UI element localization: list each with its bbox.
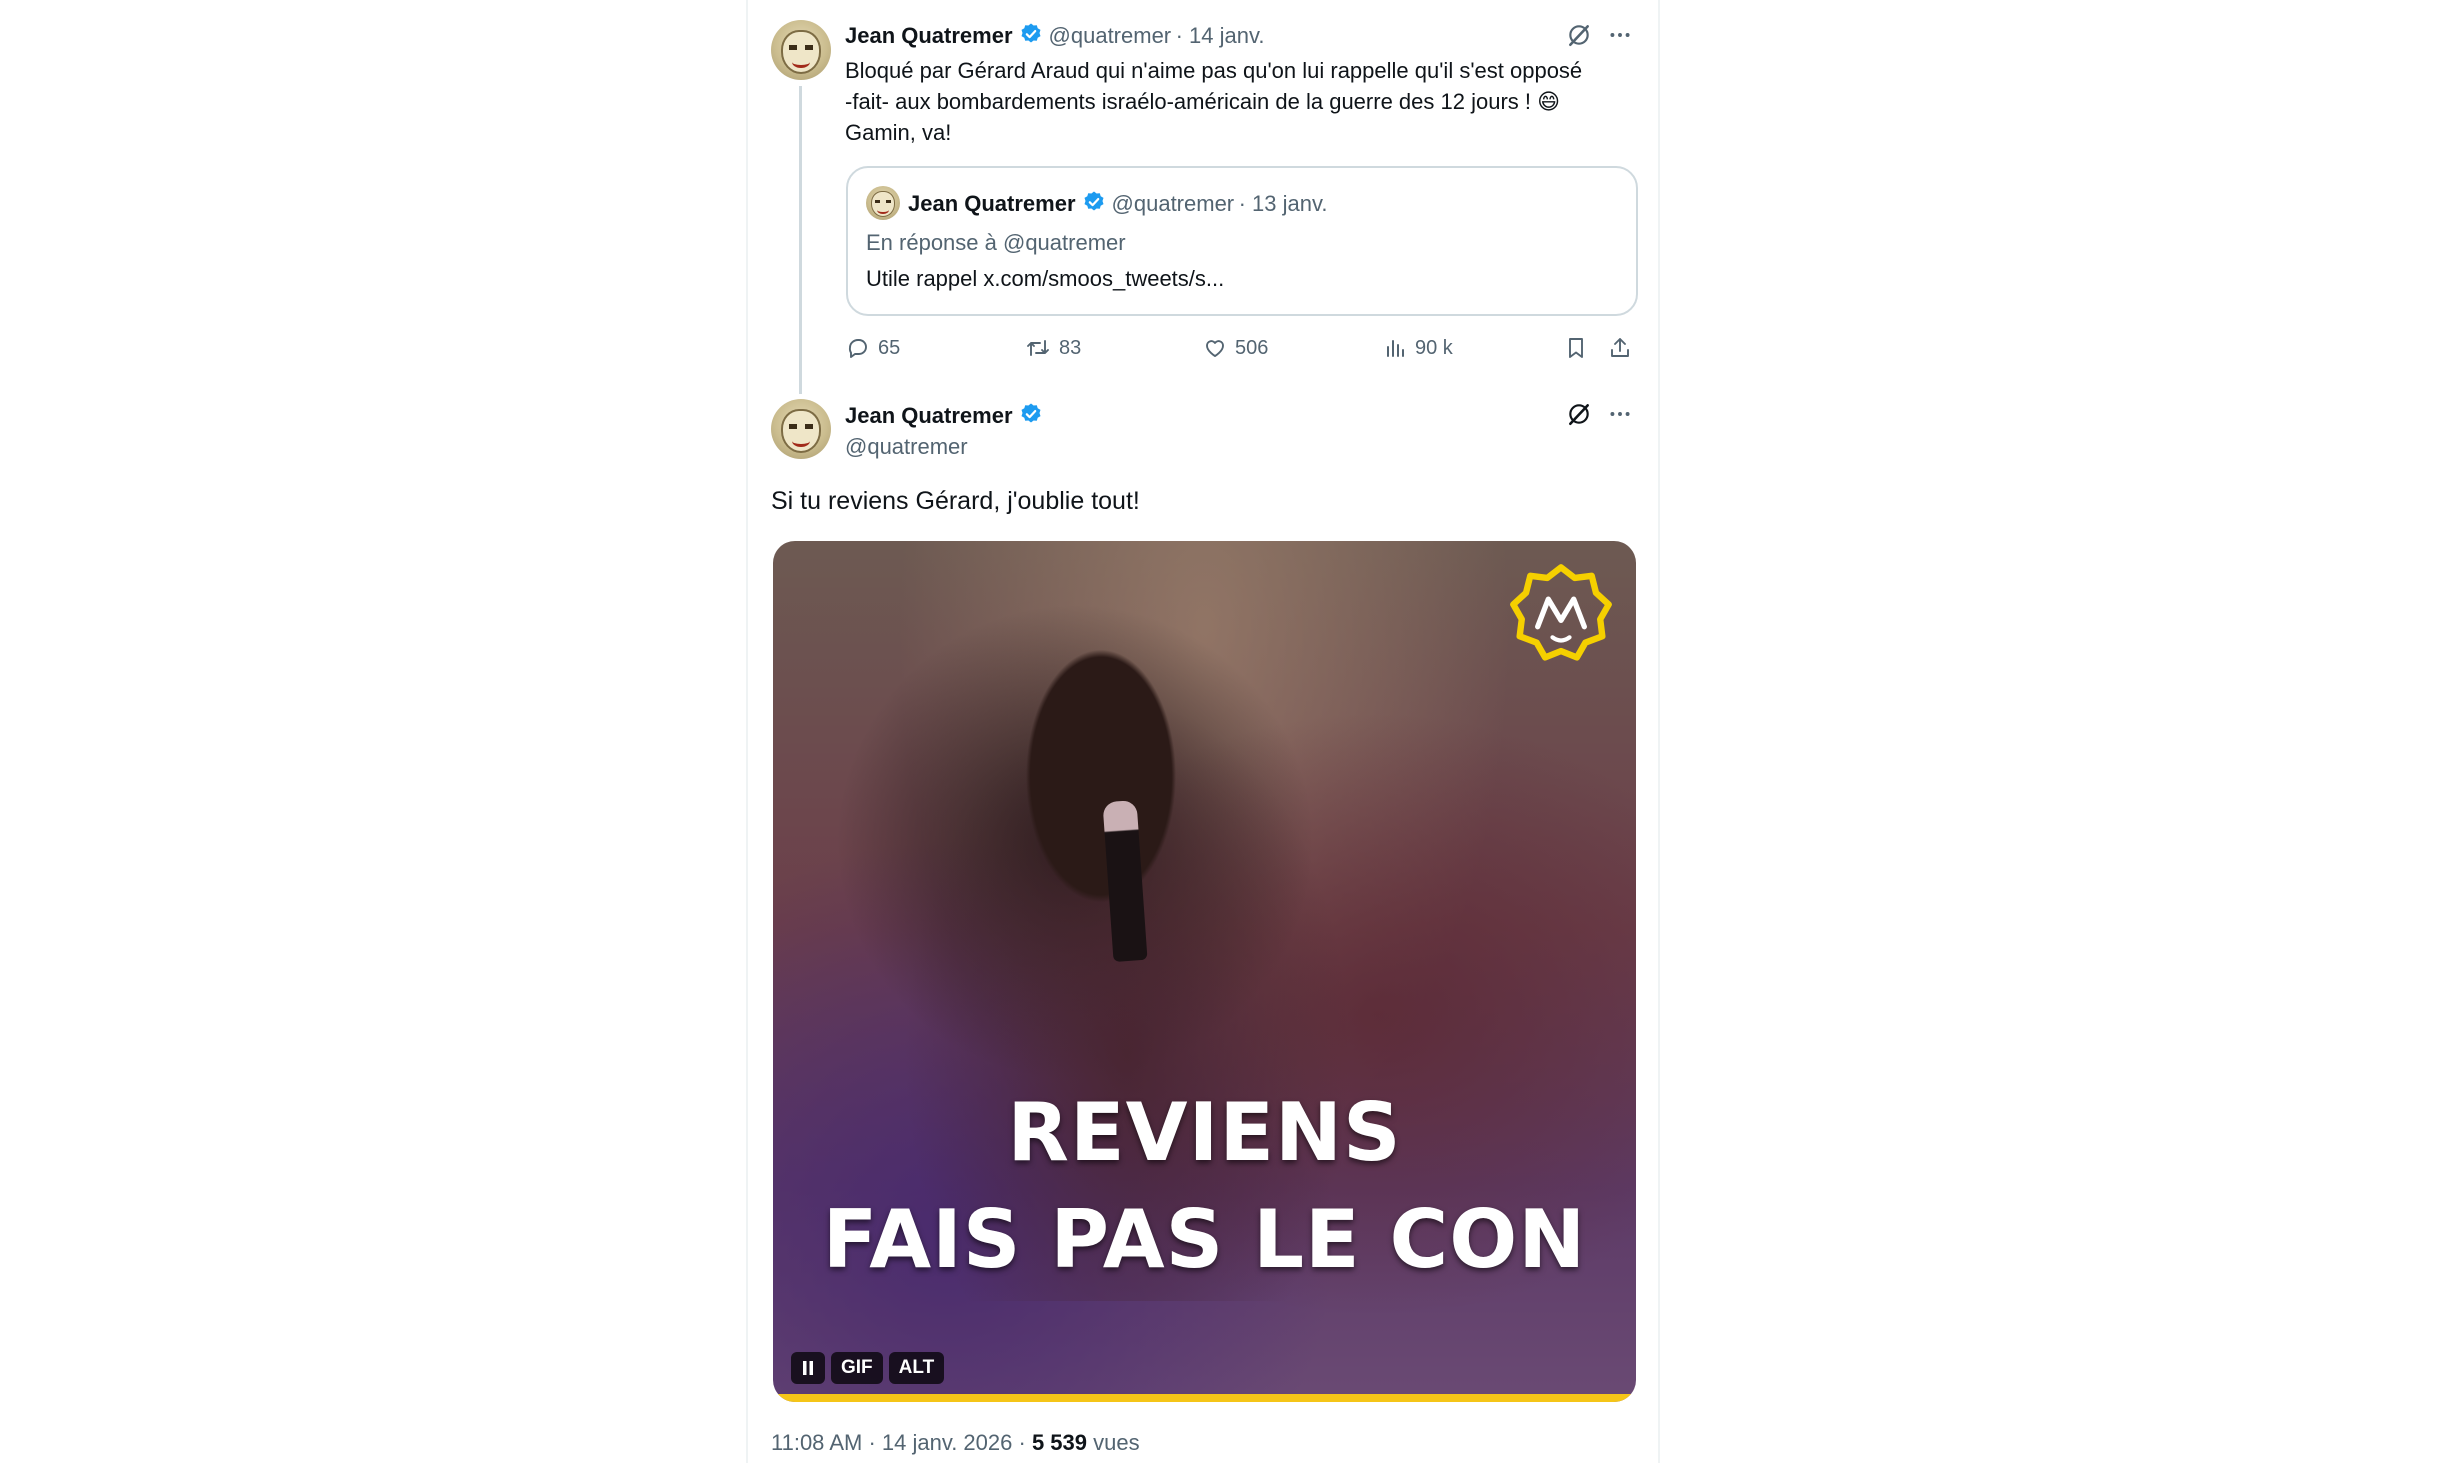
channel-logo-icon: [1510, 564, 1612, 661]
verified-badge-icon: [1019, 402, 1043, 431]
grok-icon[interactable]: [1562, 397, 1596, 431]
views-count: 90 k: [1415, 336, 1453, 359]
quoted-author-avatar: [866, 186, 900, 220]
author-handle[interactable]: @quatremer: [845, 434, 968, 460]
more-dots-icon[interactable]: [1603, 397, 1637, 431]
reply-icon: [848, 339, 867, 358]
quoted-tweet-card[interactable]: Jean Quatremer @quatremer · 13 janv. En r…: [846, 166, 1638, 316]
gif-controls: GIF ALT: [791, 1352, 945, 1384]
tweet1-header: Jean Quatremer @quatremer · 14 janv.: [845, 22, 1264, 51]
like-button[interactable]: 506: [1203, 336, 1268, 360]
tweet2-header: Jean Quatremer: [845, 402, 1049, 431]
grok-icon[interactable]: [1562, 18, 1596, 52]
author-handle[interactable]: @quatremer: [1049, 23, 1172, 48]
pause-icon: [803, 1361, 813, 1375]
quoted-tweet-date: · 13 janv.: [1238, 191, 1328, 216]
verified-badge-icon: [1082, 190, 1106, 219]
author-avatar[interactable]: [771, 20, 831, 80]
heart-icon: [1206, 340, 1224, 357]
gif-caption-line-2: FAIS PAS LE CON: [822, 1193, 1587, 1286]
post-time[interactable]: 11:08 AM: [771, 1430, 862, 1455]
quoted-tweet-header: Jean Quatremer @quatremer · 13 janv.: [908, 190, 1327, 219]
author-avatar[interactable]: [771, 399, 831, 459]
pause-button[interactable]: [791, 1352, 825, 1384]
quoted-author-handle: @quatremer: [1111, 191, 1235, 216]
views-total: 5 539: [1031, 1430, 1087, 1455]
quoted-author-name: Jean Quatremer: [908, 191, 1076, 216]
verified-badge-icon: [1019, 22, 1043, 51]
alt-text-button[interactable]: ALT: [888, 1352, 945, 1384]
reply-count: 65: [878, 336, 901, 359]
gif-progress-bar: [773, 1394, 1636, 1402]
tweet-text-line: Gamin, va!: [845, 120, 952, 145]
gif-caption-line-1: REVIENS: [1007, 1086, 1402, 1179]
tweet-text-line: Bloqué par Gérard Araud qui n'aime pas q…: [845, 58, 1583, 83]
bookmark-button[interactable]: [1564, 336, 1588, 360]
author-name[interactable]: Jean Quatremer: [845, 403, 1013, 428]
more-dots-icon[interactable]: [1603, 18, 1637, 52]
like-count: 506: [1235, 336, 1269, 359]
tweet1-text: Bloqué par Gérard Araud qui n'aime pas q…: [845, 55, 1645, 148]
tweet2-text: Si tu reviens Gérard, j'oublie tout!: [771, 487, 1140, 515]
repost-button[interactable]: 83: [1025, 336, 1081, 360]
author-name[interactable]: Jean Quatremer: [845, 23, 1013, 48]
repost-count: 83: [1059, 336, 1082, 359]
views-chart-icon: [1387, 340, 1404, 357]
tweet-text-line: -fait- aux bombardements israélo-américa…: [845, 89, 1561, 114]
views-button[interactable]: 90 k: [1383, 336, 1453, 360]
views-label: vues: [1093, 1430, 1140, 1455]
quoted-tweet-text: Utile rappel x.com/smoos_tweets/s...: [866, 266, 1225, 291]
share-button[interactable]: [1608, 336, 1632, 360]
share-icon: [1611, 338, 1629, 357]
thread-connector-line: [799, 86, 802, 394]
gif-progress-fill: [773, 1394, 1636, 1402]
bookmark-icon: [1569, 338, 1583, 358]
reply-button[interactable]: 65: [846, 336, 900, 360]
tweet-date[interactable]: · 14 janv.: [1176, 23, 1265, 48]
post-date[interactable]: · 14 janv. 2026 ·: [868, 1430, 1025, 1455]
gif-badge: GIF: [831, 1352, 883, 1384]
reply-to-label: En réponse à @quatremer: [866, 230, 1126, 255]
tweet-footer-meta: 11:08 AM · 14 janv. 2026 · 5 539 vues: [771, 1430, 1140, 1456]
repost-icon: [1027, 340, 1049, 356]
gif-media[interactable]: REVIENS FAIS PAS LE CON GIF ALT: [773, 541, 1636, 1402]
